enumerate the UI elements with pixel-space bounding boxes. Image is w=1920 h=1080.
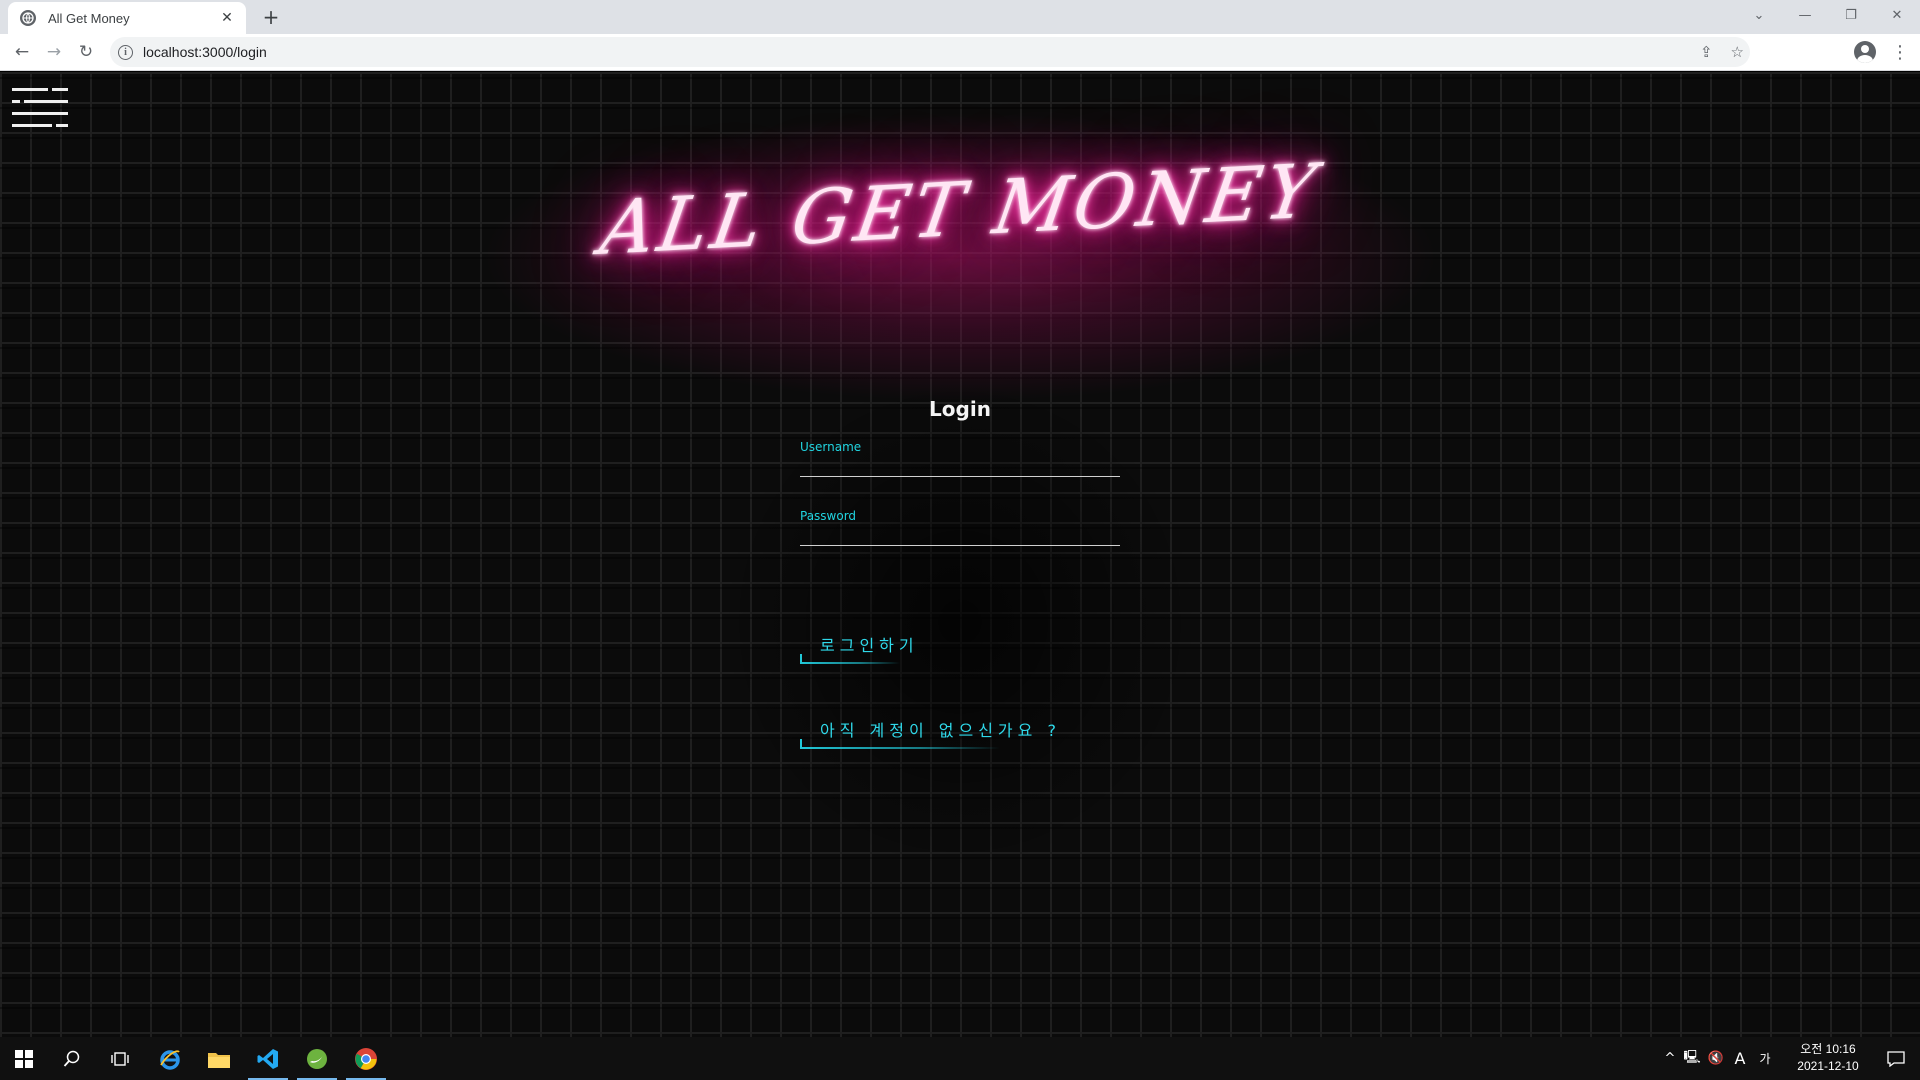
vscode-icon[interactable] (244, 1037, 292, 1080)
username-label: Username (800, 440, 862, 454)
windows-taskbar: ^ 🖳 🔇 A 가 오전 10:16 2021-12-10 (0, 1037, 1920, 1080)
bookmark-star-icon[interactable]: ☆ (1731, 43, 1744, 61)
clock-date: 2021-12-10 (1797, 1059, 1859, 1073)
address-bar[interactable]: i localhost:3000/login ⇪ ☆ (110, 37, 1750, 67)
tab-close-icon[interactable]: ✕ (218, 9, 236, 27)
share-icon[interactable]: ⇪ (1700, 43, 1713, 61)
center-shadow (720, 372, 1200, 872)
task-view-icon[interactable] (96, 1037, 144, 1080)
internet-explorer-icon[interactable] (146, 1037, 194, 1080)
info-icon[interactable]: i (118, 44, 133, 60)
page-viewport: ALL GET MONEY Login Username Password 로그… (0, 72, 1920, 1037)
tab-title: All Get Money (48, 10, 130, 26)
login-heading: Login (929, 397, 991, 421)
login-button-label: 로그인하기 (820, 636, 919, 655)
ime-mode-indicator[interactable]: 가 (1752, 1050, 1778, 1067)
profile-avatar[interactable] (1854, 41, 1876, 63)
signup-link-label: 아직 계정이 없으신가요 ? (820, 721, 1061, 740)
forward-button[interactable]: → (40, 38, 68, 66)
network-icon[interactable]: 🖳 (1680, 1048, 1704, 1070)
start-button[interactable] (0, 1037, 48, 1080)
reload-button[interactable]: ↻ (72, 38, 100, 66)
url-text[interactable]: localhost:3000/login (143, 44, 267, 60)
globe-icon (20, 10, 36, 26)
chrome-icon[interactable] (342, 1037, 390, 1080)
clock-time: 오전 10:16 (1800, 1042, 1856, 1056)
notification-center-icon[interactable] (1872, 1037, 1920, 1080)
windows-logo-icon (15, 1049, 33, 1068)
minimize-button[interactable]: — (1782, 0, 1828, 30)
file-explorer-icon[interactable] (195, 1037, 243, 1080)
tab-search-icon[interactable]: ⌄ (1736, 0, 1782, 30)
volume-muted-icon[interactable]: 🔇 (1704, 1051, 1728, 1066)
new-tab-button[interactable]: + (258, 4, 284, 30)
browser-tab[interactable]: All Get Money ✕ (8, 2, 246, 34)
system-tray: ^ 🖳 🔇 A 가 (1660, 1037, 1778, 1080)
browser-menu-icon[interactable]: ⋮ (1890, 40, 1910, 64)
taskbar-clock[interactable]: 오전 10:16 2021-12-10 (1786, 1041, 1870, 1075)
search-icon[interactable] (48, 1037, 96, 1080)
username-input[interactable] (800, 453, 1120, 477)
restore-button[interactable]: ❐ (1828, 0, 1874, 30)
hamburger-menu-icon[interactable] (12, 88, 68, 132)
ime-language-indicator[interactable]: A (1728, 1049, 1752, 1068)
login-button[interactable]: 로그인하기 (800, 634, 940, 664)
back-button[interactable]: ← (8, 38, 36, 66)
browser-tab-strip: All Get Money ✕ + ⌄ — ❐ ✕ (0, 0, 1920, 34)
password-input[interactable] (800, 522, 1120, 546)
signup-link[interactable]: 아직 계정이 없으신가요 ? (800, 719, 1090, 749)
password-label: Password (800, 509, 857, 523)
spring-tool-icon[interactable] (293, 1037, 341, 1080)
browser-toolbar: ← → ↻ i localhost:3000/login ⇪ ☆ ⋮ (0, 34, 1920, 71)
close-window-button[interactable]: ✕ (1874, 0, 1920, 30)
tray-chevron-up-icon[interactable]: ^ (1660, 1051, 1680, 1066)
